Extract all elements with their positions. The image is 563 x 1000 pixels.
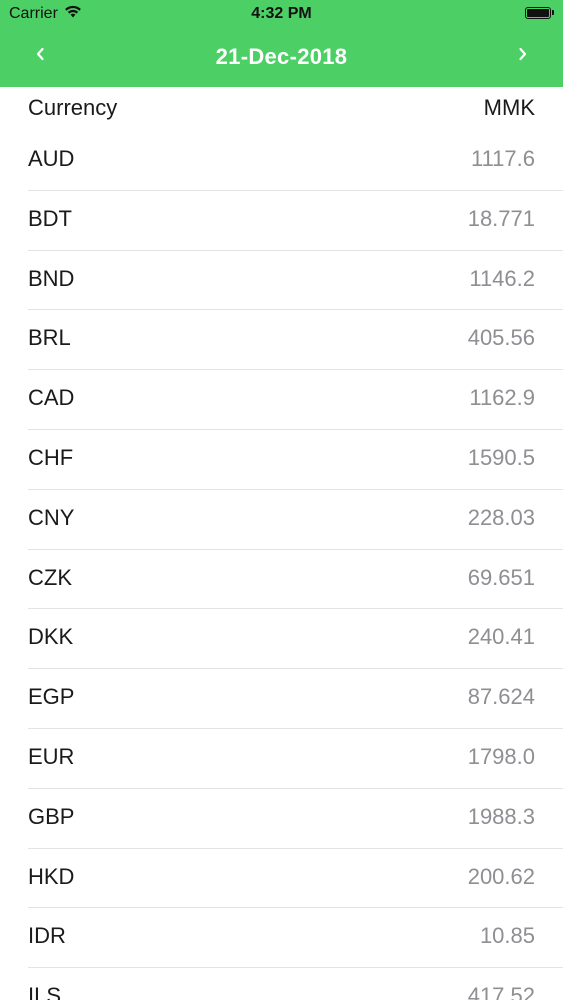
currency-rate: 69.651 [467, 564, 535, 590]
currency-rate: 1988.3 [467, 803, 535, 829]
status-time: 4:32 PM [251, 5, 312, 22]
currency-code: HKD [28, 863, 75, 889]
currency-row-czk[interactable]: CZK 69.651 [28, 550, 563, 610]
currency-rate: 228.03 [467, 504, 535, 530]
currency-row-egp[interactable]: EGP 87.624 [28, 669, 563, 729]
currency-rate: 240.41 [467, 624, 535, 650]
currency-code: EUR [28, 743, 75, 769]
date-navigation-bar: 21-Dec-2018 [0, 30, 563, 87]
currency-row-hkd[interactable]: HKD 200.62 [28, 849, 563, 909]
currency-code: CZK [28, 564, 72, 590]
currency-rate: 417.52 [467, 983, 535, 1000]
currency-rate: 10.85 [479, 923, 535, 949]
currency-code: BDT [28, 205, 72, 231]
currency-list[interactable]: Currency MMK AUD 1117.6 BDT 18.771 BND 1146.2… [0, 87, 563, 1000]
currency-rate: 1117.6 [470, 146, 535, 171]
status-bar: Carrier 4:32 PM [0, 0, 563, 30]
app-screen: Carrier 4:32 PM 21-Dec-2018 Currency MMK… [0, 0, 563, 1000]
date-title: 21-Dec-2018 [215, 44, 348, 69]
chevron-right-icon [518, 47, 528, 66]
currency-code: GBP [28, 803, 75, 829]
currency-rate: 200.62 [467, 863, 535, 889]
currency-row-cny[interactable]: CNY 228.03 [28, 490, 563, 550]
currency-row-bdt[interactable]: BDT 18.771 [28, 191, 563, 251]
currency-row-ils[interactable]: ILS 417.52 [28, 968, 563, 1000]
currency-rate: 87.624 [467, 684, 535, 710]
currency-code: ILS [28, 983, 62, 1000]
currency-row-bnd[interactable]: BND 1146.2 [28, 251, 563, 311]
currency-code: CHF [28, 444, 74, 470]
currency-row-eur[interactable]: EUR 1798.0 [28, 729, 563, 789]
currency-row-gbp[interactable]: GBP 1988.3 [28, 789, 563, 849]
currency-rows: AUD 1117.6 BDT 18.771 BND 1146.2 BRL 405.56 CAD 1… [0, 131, 563, 1000]
next-day-button[interactable] [503, 40, 543, 72]
currency-row-idr[interactable]: IDR 10.85 [28, 908, 563, 969]
currency-row-cad[interactable]: CAD 1162.9 [28, 370, 563, 430]
currency-rate: 1146.2 [469, 265, 535, 291]
currency-rate: 405.56 [467, 325, 535, 351]
currency-code: CAD [28, 385, 75, 411]
currency-rate: 18.771 [467, 205, 535, 231]
currency-code: AUD [28, 146, 75, 171]
currency-code: EGP [28, 684, 75, 710]
list-header: Currency MMK [0, 87, 563, 131]
currency-column-header: Currency [28, 95, 118, 120]
currency-rate: 1162.9 [469, 385, 535, 411]
currency-code: DKK [28, 624, 74, 650]
currency-row-dkk[interactable]: DKK 240.41 [28, 609, 563, 670]
currency-code: BND [28, 265, 75, 291]
mmk-column-header: MMK [483, 95, 535, 120]
currency-code: BRL [28, 325, 71, 351]
battery-icon [525, 7, 554, 19]
currency-row-aud[interactable]: AUD 1117.6 [28, 131, 563, 191]
top-bar: Carrier 4:32 PM 21-Dec-2018 [0, 0, 563, 87]
currency-row-brl[interactable]: BRL 405.56 [28, 310, 563, 371]
currency-code: IDR [28, 923, 66, 949]
currency-code: CNY [28, 504, 75, 530]
currency-rate: 1798.0 [467, 743, 535, 769]
currency-row-chf[interactable]: CHF 1590.5 [28, 430, 563, 490]
currency-rate: 1590.5 [467, 444, 535, 470]
